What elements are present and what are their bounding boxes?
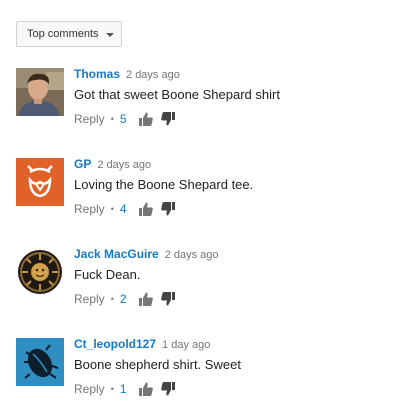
avatar-sun-emblem	[16, 248, 64, 296]
reply-button[interactable]: Reply	[74, 382, 105, 396]
separator-dot: •	[110, 114, 114, 124]
thumbs-up-icon[interactable]	[138, 202, 153, 216]
separator-dot: •	[110, 384, 114, 394]
like-count: 1	[119, 382, 127, 396]
comment-text: Boone shepherd shirt. Sweet	[74, 357, 241, 372]
comment-item: Thomas 2 days ago Got that sweet Boone Sh…	[16, 66, 386, 140]
comment-timestamp[interactable]: 1 day ago	[162, 339, 210, 351]
reply-button[interactable]: Reply	[74, 292, 105, 306]
reply-button[interactable]: Reply	[74, 202, 105, 216]
comment-text: Fuck Dean.	[74, 267, 141, 282]
sort-comments-dropdown[interactable]: Top comments	[16, 21, 122, 47]
comment-timestamp[interactable]: 2 days ago	[97, 159, 151, 171]
like-count: 4	[119, 202, 127, 216]
like-count: 5	[119, 112, 127, 126]
avatar[interactable]	[16, 338, 64, 386]
avatar-logo	[16, 158, 64, 206]
comment-timestamp[interactable]: 2 days ago	[126, 69, 180, 81]
comment-author[interactable]: Ct_leopold127	[74, 337, 156, 351]
comment-timestamp[interactable]: 2 days ago	[165, 249, 219, 261]
avatar[interactable]	[16, 248, 64, 296]
comment-text: Loving the Boone Shepard tee.	[74, 177, 254, 192]
like-count: 2	[119, 292, 127, 306]
caret-down-icon	[105, 32, 114, 37]
comment-text: Got that sweet Boone Shepard shirt	[74, 87, 280, 102]
thumbs-down-icon[interactable]	[160, 292, 175, 306]
thumbs-down-icon[interactable]	[160, 112, 175, 126]
avatar-photo	[16, 68, 64, 116]
comment-item: Ct_leopold127 1 day ago Boone shepherd sh…	[16, 336, 386, 410]
avatar[interactable]	[16, 68, 64, 116]
separator-dot: •	[110, 294, 114, 304]
thumbs-down-icon[interactable]	[160, 202, 175, 216]
comment-author[interactable]: GP	[74, 157, 91, 171]
thumbs-up-icon[interactable]	[138, 292, 153, 306]
comment-author[interactable]: Jack MacGuire	[74, 247, 159, 261]
comment-author[interactable]: Thomas	[74, 67, 120, 81]
thumbs-up-icon[interactable]	[138, 112, 153, 126]
thumbs-up-icon[interactable]	[138, 382, 153, 396]
avatar[interactable]	[16, 158, 64, 206]
sort-label: Top comments	[27, 28, 99, 40]
comment-item: GP 2 days ago Loving the Boone Shepard te…	[16, 156, 386, 230]
avatar-beetle	[16, 338, 64, 386]
reply-button[interactable]: Reply	[74, 112, 105, 126]
comment-item: Jack MacGuire 2 days ago Fuck Dean. Reply…	[16, 246, 386, 320]
thumbs-down-icon[interactable]	[160, 382, 175, 396]
separator-dot: •	[110, 204, 114, 214]
